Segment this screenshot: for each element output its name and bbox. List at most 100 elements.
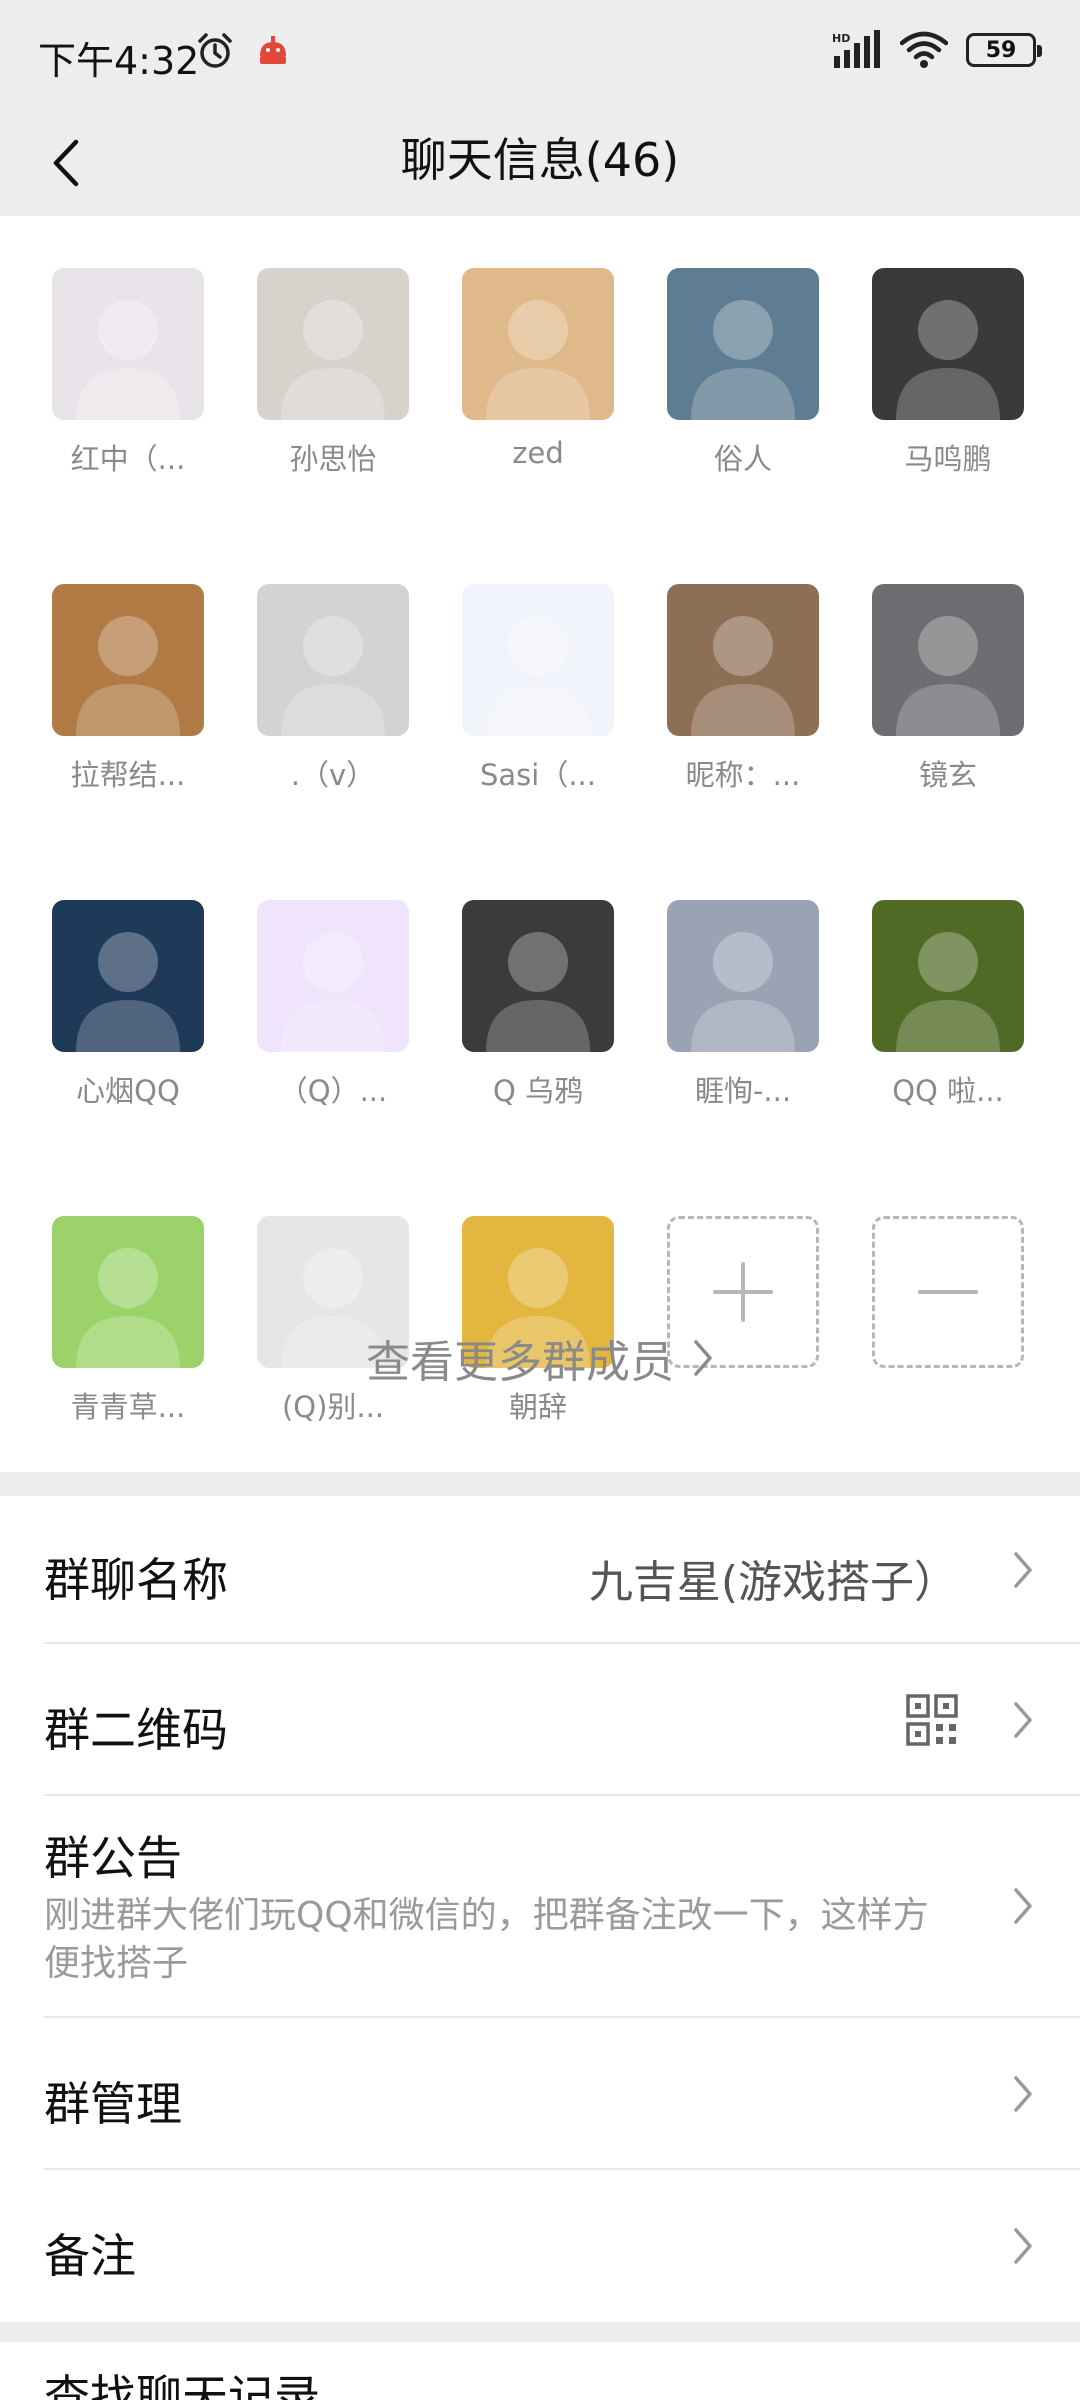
avatar xyxy=(52,268,204,420)
member-item[interactable]: 镜玄 xyxy=(872,584,1024,794)
member-name: 镜玄 xyxy=(918,758,977,792)
view-more-members-link[interactable]: 查看更多群成员 xyxy=(0,1326,1080,1390)
member-name: 青青草... xyxy=(70,1390,186,1424)
group-manage-label: 群管理 xyxy=(44,2077,182,2131)
avatar-image xyxy=(486,932,590,1052)
avatar-image xyxy=(896,616,1000,736)
signal-icon: HD xyxy=(832,30,880,68)
member-item[interactable]: 心烟QQ xyxy=(52,900,204,1110)
avatar xyxy=(257,268,409,420)
member-name: （Q）... xyxy=(278,1074,388,1108)
avatar-image xyxy=(486,616,590,736)
battery-indicator: 59 xyxy=(966,33,1042,67)
avatar-image xyxy=(896,300,1000,420)
avatar-image xyxy=(76,300,180,420)
status-bar: 下午4:32 HD 59 xyxy=(0,0,1080,110)
header: 聊天信息(46) xyxy=(0,110,1080,216)
group-qr-label: 群二维码 xyxy=(44,1703,228,1757)
chevron-right-icon xyxy=(1014,1888,1032,1924)
group-notice-text: 刚进群大佬们玩QQ和微信的，把群备注改一下，这样方便找搭子 xyxy=(44,1895,929,1984)
avatar-image xyxy=(76,932,180,1052)
alarm-icon xyxy=(198,33,232,68)
group-name-value: 九吉星(游戏搭子） xyxy=(588,1557,958,1608)
chevron-right-icon xyxy=(694,1340,712,1376)
avatar-image xyxy=(691,932,795,1052)
avatar-image xyxy=(281,932,385,1052)
status-time: 下午4:32 xyxy=(38,39,200,83)
member-item[interactable]: 朝辞 xyxy=(462,1216,614,1426)
avatar-image xyxy=(896,932,1000,1052)
remark-row[interactable]: 备注 xyxy=(0,2170,1080,2322)
member-item[interactable]: Q 乌鸦 xyxy=(462,900,614,1110)
avatar xyxy=(462,900,614,1052)
avatar xyxy=(872,584,1024,736)
member-name: (Q)别... xyxy=(281,1390,385,1424)
avatar xyxy=(52,900,204,1052)
svg-text:HD: HD xyxy=(832,32,850,45)
avatar-image xyxy=(691,300,795,420)
member-item[interactable]: 红中（... xyxy=(52,268,204,478)
member-name: zed xyxy=(512,436,564,470)
members-section: 红中（... 孙思怡 zed 俗人 马鸣鹏拉帮结... .（v） Sasi（... 昵称：..… xyxy=(0,216,1080,1472)
avatar xyxy=(462,584,614,736)
member-name: QQ 啦... xyxy=(892,1074,1004,1108)
member-item[interactable]: （Q）... xyxy=(257,900,409,1110)
chevron-right-icon xyxy=(1014,2228,1032,2264)
status-left-icons xyxy=(196,32,290,70)
member-grid: 红中（... 孙思怡 zed 俗人 马鸣鹏拉帮结... .（v） Sasi（... 昵称：..… xyxy=(52,268,1028,1426)
member-name: 孙思怡 xyxy=(289,442,377,476)
avatar-image xyxy=(486,300,590,420)
avatar xyxy=(667,900,819,1052)
member-name: 昵称：... xyxy=(685,758,801,792)
avatar xyxy=(257,900,409,1052)
avatar xyxy=(52,584,204,736)
group-notice-row[interactable]: 群公告 刚进群大佬们玩QQ和微信的，把群备注改一下，这样方便找搭子 xyxy=(0,1796,1080,2018)
group-qr-row[interactable]: 群二维码 xyxy=(0,1644,1080,1796)
avatar xyxy=(872,268,1024,420)
member-item[interactable]: zed xyxy=(462,268,614,478)
group-manage-row[interactable]: 群管理 xyxy=(0,2018,1080,2170)
remove-member-button[interactable] xyxy=(872,1216,1024,1426)
add-member-button[interactable] xyxy=(667,1216,819,1426)
member-name: 拉帮结... xyxy=(70,758,186,792)
member-item[interactable]: (Q)别... xyxy=(257,1216,409,1426)
member-item[interactable]: Sasi（... xyxy=(462,584,614,794)
settings-list: 群聊名称 九吉星(游戏搭子） 群二维码 群公告 刚进群大佬们玩QQ和微信的，把群 xyxy=(0,1496,1080,2322)
member-name: 俗人 xyxy=(713,442,772,476)
member-name: 朝辞 xyxy=(508,1390,567,1424)
plus-icon xyxy=(713,1262,773,1322)
avatar xyxy=(462,268,614,420)
notification-app-icon xyxy=(260,36,286,64)
search-history-row[interactable]: 查找聊天记录 xyxy=(0,2342,1080,2400)
avatar xyxy=(872,900,1024,1052)
member-name: 红中（... xyxy=(70,442,186,476)
group-name-row[interactable]: 群聊名称 九吉星(游戏搭子） xyxy=(0,1496,1080,1644)
member-item[interactable]: 昵称：... xyxy=(667,584,819,794)
member-item[interactable]: 俗人 xyxy=(667,268,819,478)
group-name-label: 群聊名称 xyxy=(44,1553,228,1607)
member-name: 心烟QQ xyxy=(76,1074,180,1108)
member-item[interactable]: 睚恂-... xyxy=(667,900,819,1110)
member-name: Sasi（... xyxy=(479,758,596,792)
member-name: Q 乌鸦 xyxy=(492,1074,584,1108)
member-item[interactable]: 青青草... xyxy=(52,1216,204,1426)
remark-label: 备注 xyxy=(44,2229,136,2283)
avatar-image xyxy=(691,616,795,736)
member-item[interactable]: 马鸣鹏 xyxy=(872,268,1024,478)
avatar-image xyxy=(281,616,385,736)
search-history-label: 查找聊天记录 xyxy=(44,2370,320,2400)
avatar xyxy=(667,584,819,736)
chevron-right-icon xyxy=(1014,1552,1032,1588)
qr-code-icon xyxy=(906,1694,958,1746)
member-item[interactable]: 孙思怡 xyxy=(257,268,409,478)
member-item[interactable]: 拉帮结... xyxy=(52,584,204,794)
member-item[interactable]: QQ 啦... xyxy=(872,900,1024,1110)
avatar xyxy=(257,584,409,736)
member-name: 马鸣鹏 xyxy=(904,442,992,476)
view-more-label: 查看更多群成员 xyxy=(366,1337,674,1388)
avatar-image xyxy=(281,300,385,420)
member-item[interactable]: .（v） xyxy=(257,584,409,794)
member-name: 睚恂-... xyxy=(694,1074,792,1108)
page-title: 聊天信息(46) xyxy=(400,133,680,187)
chevron-right-icon xyxy=(1014,1702,1032,1738)
